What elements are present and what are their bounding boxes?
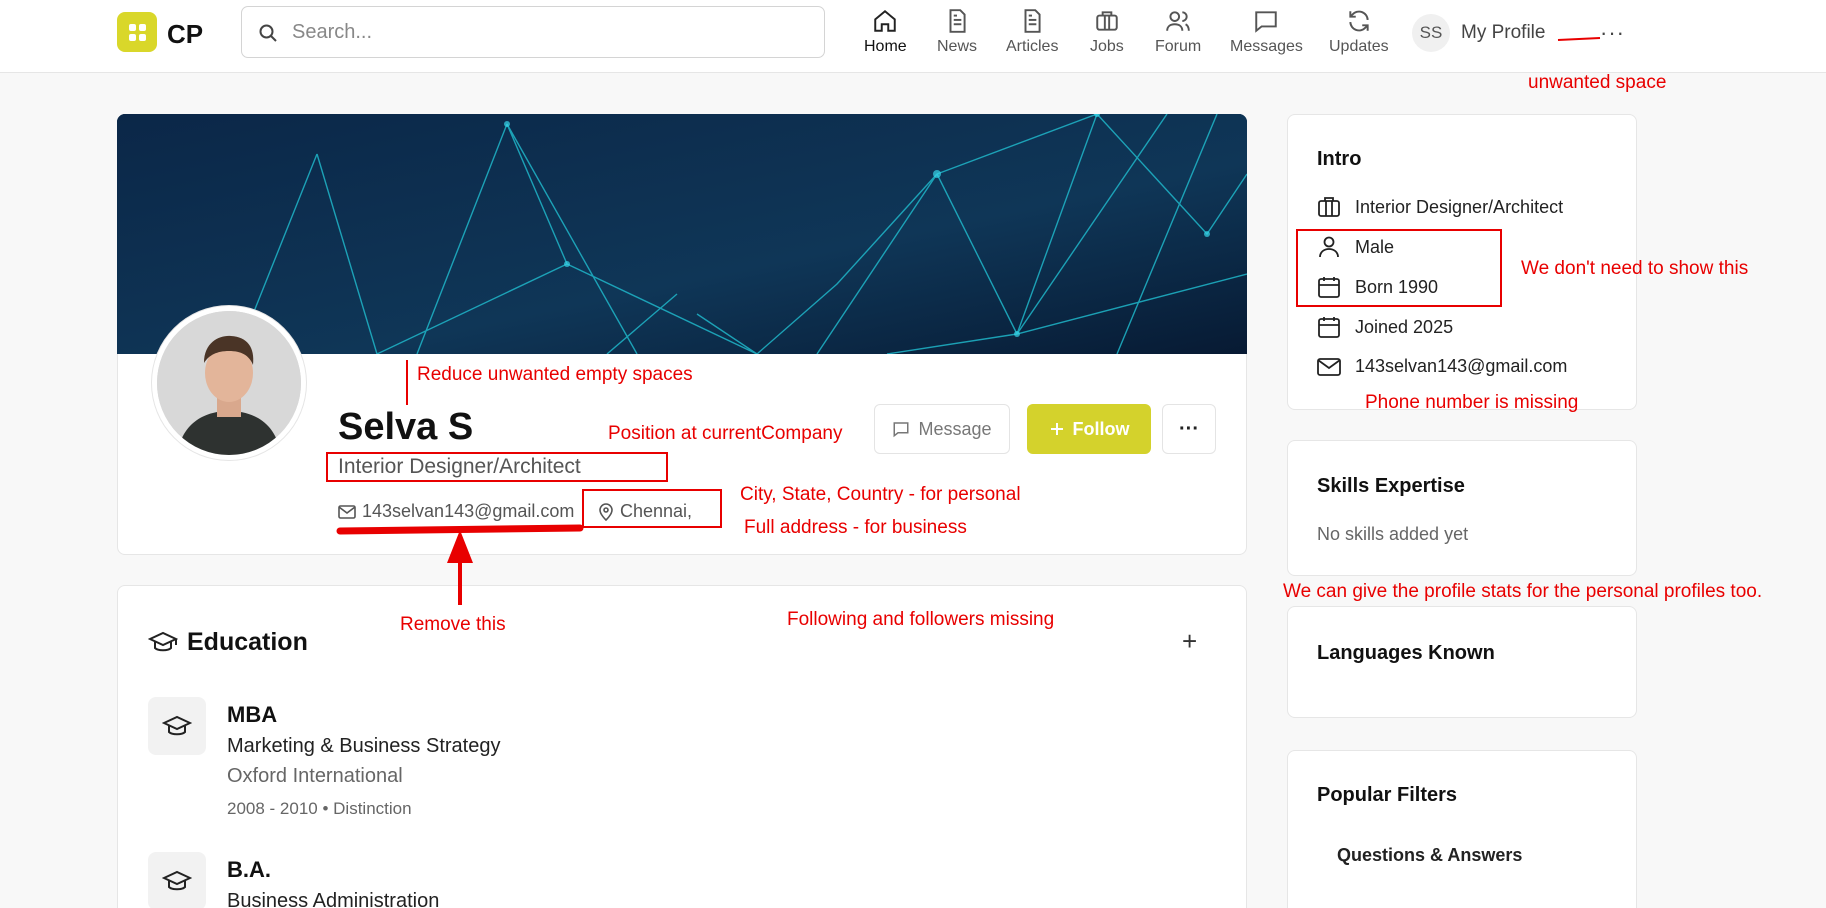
annotation-reduce-space: Reduce unwanted empty spaces	[417, 364, 693, 385]
annotation-box-intro	[1296, 229, 1502, 307]
annotation-following: Following and followers missing	[787, 609, 1055, 630]
annotation-city-state: City, State, Country - for personal	[740, 484, 1021, 505]
annotation-box-location	[582, 489, 722, 528]
annotation-phone-missing: Phone number is missing	[1365, 392, 1579, 413]
annotation-position: Position at currentCompany	[608, 423, 843, 444]
annotation-no-need: We don't need to show this	[1521, 258, 1749, 279]
annotation-full-address: Full address - for business	[744, 517, 967, 538]
annotation-profile-stats: We can give the profile stats for the pe…	[1283, 581, 1763, 602]
annotation-strokes	[336, 37, 1601, 605]
annotation-remove-this: Remove this	[400, 614, 506, 635]
annotation-unwanted-space: unwanted space	[1528, 72, 1667, 93]
annotation-box-headline	[326, 452, 668, 482]
